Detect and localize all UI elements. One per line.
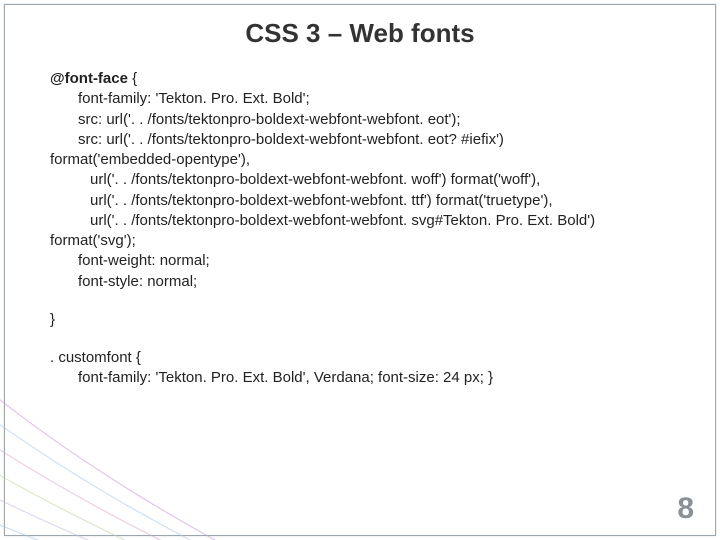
- code-line: . customfont {: [50, 348, 670, 368]
- slide-title: CSS 3 – Web fonts: [0, 0, 720, 59]
- code-line: @font-face {: [50, 69, 670, 89]
- slide-body: @font-face { font-family: 'Tekton. Pro. …: [0, 59, 720, 389]
- slide: CSS 3 – Web fonts @font-face { font-fami…: [0, 0, 720, 540]
- code-line: src: url('. . /fonts/tektonpro-boldext-w…: [50, 110, 670, 130]
- code-line: url('. . /fonts/tektonpro-boldext-webfon…: [50, 211, 670, 231]
- code-line: font-style: normal;: [50, 272, 670, 292]
- code-line: url('. . /fonts/tektonpro-boldext-webfon…: [50, 191, 670, 211]
- code-line: }: [50, 310, 670, 330]
- code-line: src: url('. . /fonts/tektonpro-boldext-w…: [50, 130, 670, 150]
- bold-text: @font-face: [50, 70, 128, 87]
- blank-line: [50, 330, 670, 348]
- code-line: font-weight: normal;: [50, 251, 670, 271]
- code-line: url('. . /fonts/tektonpro-boldext-webfon…: [50, 170, 670, 190]
- blank-line: [50, 292, 670, 310]
- page-number: 8: [677, 492, 694, 526]
- code-line: format('embedded-opentype'),: [50, 150, 670, 170]
- code-line: format('svg');: [50, 231, 670, 251]
- code-line: font-family: 'Tekton. Pro. Ext. Bold';: [50, 89, 670, 109]
- code-line: font-family: 'Tekton. Pro. Ext. Bold', V…: [50, 368, 670, 388]
